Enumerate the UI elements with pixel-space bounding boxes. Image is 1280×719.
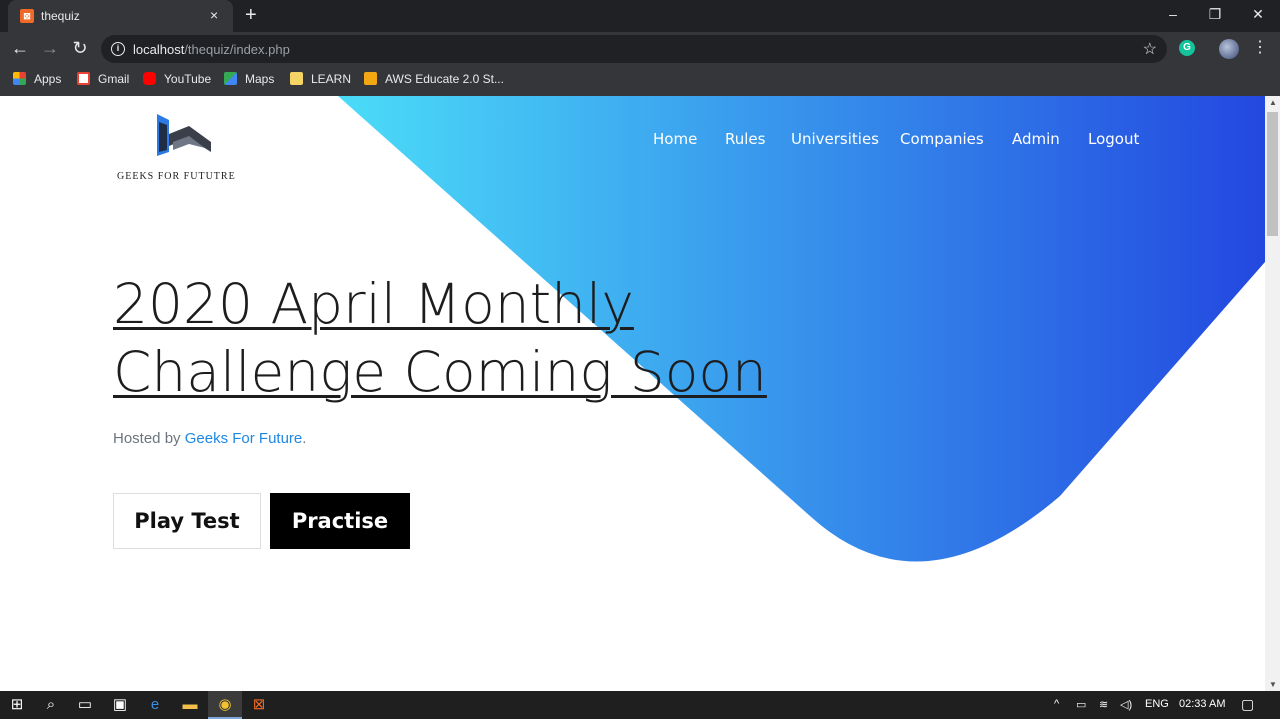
browser-tab-thequiz[interactable]: ⊠ thequiz × <box>8 0 233 32</box>
search-icon[interactable]: ⌕ <box>34 691 68 719</box>
windows-start-icon[interactable]: ⊞ <box>0 691 34 719</box>
page-viewport: GEEKS FOR FUTUTRE Home Rules Universitie… <box>0 96 1265 691</box>
bookmark-youtube[interactable]: YouTube <box>143 72 211 88</box>
store-icon[interactable]: ▣ <box>103 691 137 719</box>
bookmark-aws-educate[interactable]: AWS Educate 2.0 St... <box>364 72 504 88</box>
nav-rules[interactable]: Rules <box>725 130 765 148</box>
xampp-icon[interactable]: ⊠ <box>242 691 276 719</box>
grammarly-extension-icon[interactable]: G <box>1179 40 1195 56</box>
site-info-icon[interactable]: i <box>111 42 125 56</box>
forward-arrow-icon[interactable]: → <box>39 38 61 58</box>
host-link[interactable]: Geeks For Future <box>185 430 303 447</box>
reload-icon[interactable]: ↻ <box>69 38 91 58</box>
hero-headline-link[interactable]: 2020 April Monthly Challenge Coming Soon <box>113 270 873 406</box>
task-view-icon[interactable]: ▭ <box>68 691 102 719</box>
headline-line-1: 2020 April Monthly <box>113 272 634 336</box>
nav-admin[interactable]: Admin <box>1012 130 1060 148</box>
clock[interactable]: 02:33 AM <box>1179 698 1225 710</box>
tab-title: thequiz <box>41 9 80 23</box>
xampp-favicon-icon: ⊠ <box>20 9 34 23</box>
browser-toolbar: ← → ↻ i localhost/thequiz/index.php ☆ <box>0 32 1280 65</box>
nav-home[interactable]: Home <box>653 130 697 148</box>
back-arrow-icon[interactable]: ← <box>9 38 31 58</box>
new-tab-button[interactable]: + <box>245 5 257 25</box>
headline-line-2: Challenge Coming Soon <box>113 340 767 404</box>
scroll-up-arrow-icon[interactable]: ▲ <box>1269 98 1277 107</box>
nav-companies[interactable]: Companies <box>900 130 984 148</box>
address-bar[interactable]: i localhost/thequiz/index.php ☆ <box>101 35 1167 63</box>
scroll-thumb[interactable] <box>1267 112 1278 236</box>
scroll-down-arrow-icon[interactable]: ▼ <box>1269 680 1277 689</box>
page-scrollbar[interactable]: ▲ ▼ <box>1265 96 1280 691</box>
windows-taskbar: ⊞ ⌕ ▭ ▣ e ▬ ◉ ⊠ ^ ▭ ≋ ◁) ENG 02:33 AM ▢ <box>0 691 1280 719</box>
folder-icon <box>290 72 303 85</box>
site-logo[interactable]: GEEKS FOR FUTUTRE <box>113 112 253 182</box>
bookmark-learn-folder[interactable]: LEARN <box>290 72 351 88</box>
tray-overflow-chevron-icon[interactable]: ^ <box>1054 698 1059 710</box>
bookmarks-bar: Apps Gmail YouTube Maps LEARN AWS Educat… <box>0 65 1280 96</box>
gmail-icon <box>77 72 90 85</box>
youtube-icon <box>143 72 156 85</box>
profile-avatar[interactable] <box>1219 39 1239 59</box>
logo-text: GEEKS FOR FUTUTRE <box>117 171 236 182</box>
chrome-icon[interactable]: ◉ <box>208 691 242 719</box>
url-text: localhost/thequiz/index.php <box>133 42 290 57</box>
tab-close-icon[interactable]: × <box>210 7 218 23</box>
practise-button[interactable]: Practise <box>270 493 410 549</box>
apps-grid-icon <box>13 72 26 85</box>
battery-icon[interactable]: ▭ <box>1076 698 1086 711</box>
bookmark-maps[interactable]: Maps <box>224 72 274 88</box>
minimize-button[interactable]: – <box>1163 4 1183 24</box>
hosted-by-text: Hosted by Geeks For Future. <box>113 430 307 447</box>
file-explorer-icon[interactable]: ▬ <box>173 691 207 719</box>
play-test-button[interactable]: Play Test <box>113 493 261 549</box>
nav-universities[interactable]: Universities <box>791 130 879 148</box>
bookmark-apps[interactable]: Apps <box>13 72 61 88</box>
volume-icon[interactable]: ◁) <box>1120 698 1132 711</box>
maps-icon <box>224 72 237 85</box>
action-center-icon[interactable]: ▢ <box>1241 696 1254 713</box>
nav-logout[interactable]: Logout <box>1088 130 1139 148</box>
restore-button[interactable]: ❐ <box>1205 4 1225 24</box>
logo-mark-icon <box>157 114 211 156</box>
browser-menu-icon[interactable]: ⋮ <box>1252 38 1268 58</box>
edge-icon[interactable]: e <box>138 691 172 719</box>
bookmark-star-icon[interactable]: ☆ <box>1143 39 1157 59</box>
bookmark-gmail[interactable]: Gmail <box>77 72 129 88</box>
wifi-icon[interactable]: ≋ <box>1099 698 1108 711</box>
aws-box-icon <box>364 72 377 85</box>
close-window-button[interactable]: ✕ <box>1248 4 1268 24</box>
language-indicator[interactable]: ENG <box>1145 698 1169 710</box>
browser-tab-strip: ⊠ thequiz × + – ❐ ✕ <box>0 0 1280 32</box>
